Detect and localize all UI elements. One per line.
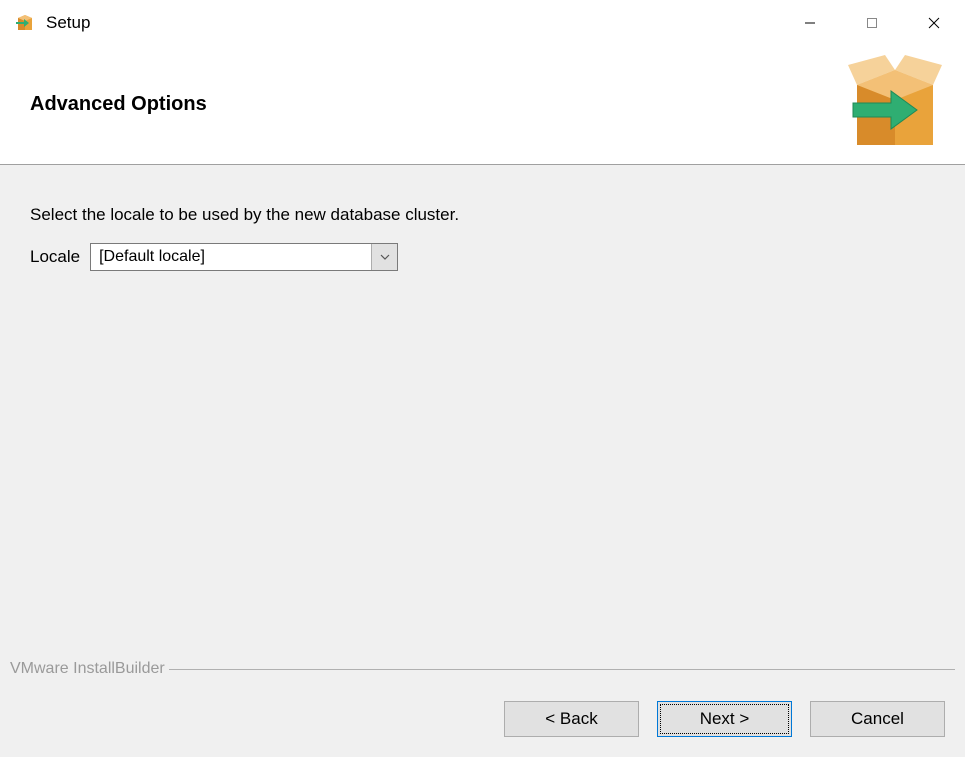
installer-box-icon <box>845 55 945 155</box>
back-button[interactable]: < Back <box>504 701 639 737</box>
locale-select[interactable]: [Default locale] <box>90 243 398 271</box>
wizard-header: Advanced Options <box>0 45 965 165</box>
instruction-text: Select the locale to be used by the new … <box>30 205 935 225</box>
next-button[interactable]: Next > <box>657 701 792 737</box>
chevron-down-icon <box>371 244 397 270</box>
title-bar: Setup <box>0 0 965 45</box>
close-button[interactable] <box>903 0 965 45</box>
cancel-button[interactable]: Cancel <box>810 701 945 737</box>
wizard-buttons: < Back Next > Cancel <box>504 701 945 737</box>
window-title: Setup <box>46 13 779 33</box>
setup-window: Setup Advanced Options <box>0 0 965 757</box>
page-title: Advanced Options <box>30 93 207 116</box>
builder-label: VMware InstallBuilder <box>10 660 169 678</box>
locale-select-value: [Default locale] <box>91 244 371 270</box>
locale-label: Locale <box>30 247 80 267</box>
app-icon <box>14 12 36 34</box>
divider-line <box>169 669 955 670</box>
footer-divider: VMware InstallBuilder <box>10 661 955 677</box>
locale-row: Locale [Default locale] <box>30 243 935 271</box>
window-controls <box>779 0 965 45</box>
minimize-button[interactable] <box>779 0 841 45</box>
maximize-button[interactable] <box>841 0 903 45</box>
wizard-content: Select the locale to be used by the new … <box>0 165 965 757</box>
